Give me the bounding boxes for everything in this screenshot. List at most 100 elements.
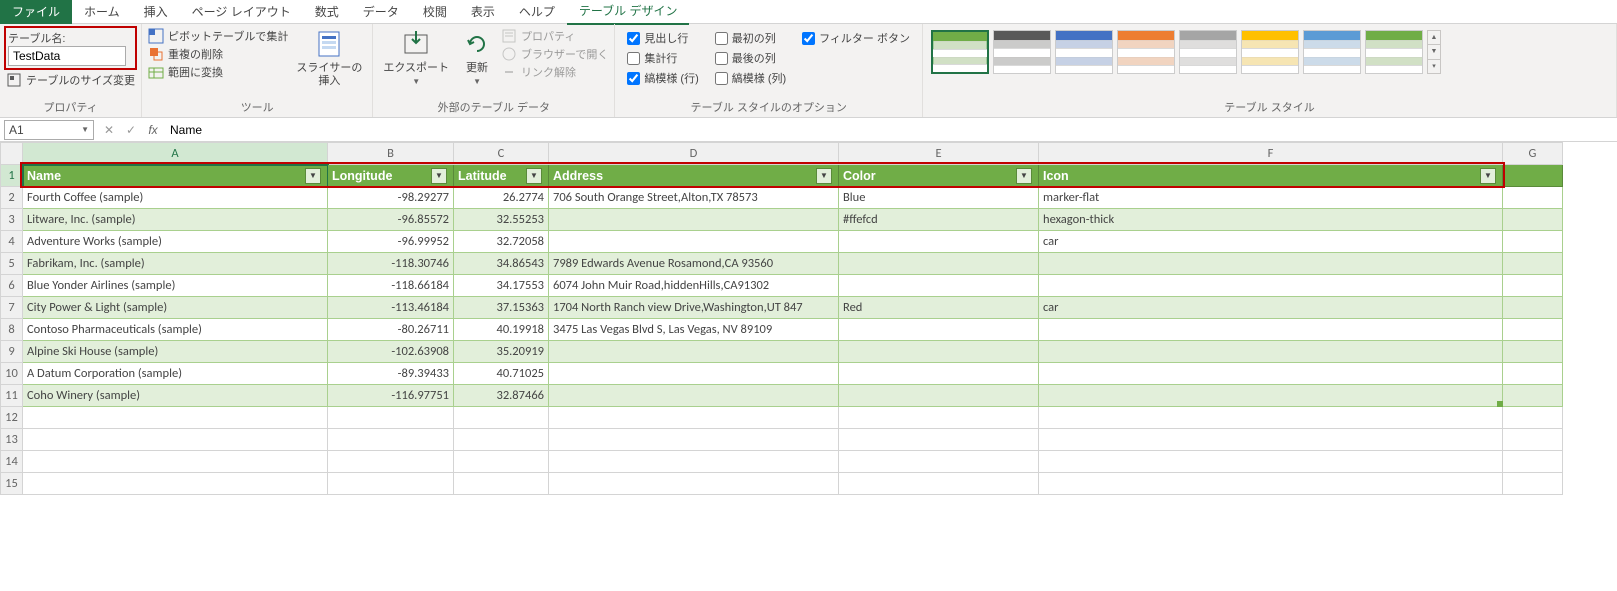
cell[interactable]: 40.19918 xyxy=(454,319,549,341)
table-style-swatch[interactable] xyxy=(993,30,1051,74)
table-column-header[interactable]: Name▼ xyxy=(23,165,328,187)
cell[interactable] xyxy=(549,209,839,231)
cell[interactable] xyxy=(1039,253,1503,275)
cell[interactable] xyxy=(1503,451,1563,473)
cell[interactable]: A Datum Corporation (sample) xyxy=(23,363,328,385)
enter-formula-button[interactable]: ✓ xyxy=(120,123,142,137)
cell[interactable]: -89.39433 xyxy=(328,363,454,385)
cell[interactable] xyxy=(839,451,1039,473)
cell[interactable] xyxy=(1039,451,1503,473)
cell[interactable] xyxy=(1503,341,1563,363)
cell[interactable]: Alpine Ski House (sample) xyxy=(23,341,328,363)
cell[interactable] xyxy=(1039,385,1503,407)
export-button[interactable]: エクスポート▼ xyxy=(379,26,453,90)
row-header[interactable]: 14 xyxy=(1,451,23,473)
cell[interactable]: -96.85572 xyxy=(328,209,454,231)
cell[interactable]: car xyxy=(1039,297,1503,319)
cell[interactable]: Litware, Inc. (sample) xyxy=(23,209,328,231)
cell[interactable]: 34.86543 xyxy=(454,253,549,275)
cell[interactable]: Blue Yonder Airlines (sample) xyxy=(23,275,328,297)
cell[interactable] xyxy=(454,429,549,451)
cell[interactable]: -116.97751 xyxy=(328,385,454,407)
row-header[interactable]: 9 xyxy=(1,341,23,363)
filter-dropdown-button[interactable]: ▼ xyxy=(1016,168,1032,184)
row-header[interactable]: 1 xyxy=(1,165,23,187)
tab-home[interactable]: ホーム xyxy=(72,0,132,24)
tab-insert[interactable]: 挿入 xyxy=(132,0,180,24)
table-style-swatch[interactable] xyxy=(1365,30,1423,74)
cell[interactable] xyxy=(549,385,839,407)
cell[interactable]: car xyxy=(1039,231,1503,253)
table-style-swatch[interactable] xyxy=(1303,30,1361,74)
cell[interactable]: 35.20919 xyxy=(454,341,549,363)
resize-table-button[interactable]: テーブルのサイズ変更 xyxy=(6,70,135,88)
column-header[interactable]: E xyxy=(839,143,1039,165)
cell[interactable] xyxy=(23,451,328,473)
row-header[interactable]: 12 xyxy=(1,407,23,429)
cell[interactable] xyxy=(1503,231,1563,253)
styles-more-button[interactable]: ▲▼▾ xyxy=(1427,30,1441,74)
fx-icon[interactable]: fx xyxy=(142,123,164,137)
row-header[interactable]: 5 xyxy=(1,253,23,275)
cell[interactable] xyxy=(1039,473,1503,495)
grid[interactable]: ABCDEFG 1Name▼Longitude▼Latitude▼Address… xyxy=(0,142,1617,495)
table-resize-handle[interactable] xyxy=(1497,401,1503,407)
cell[interactable]: Coho Winery (sample) xyxy=(23,385,328,407)
table-style-swatch[interactable] xyxy=(1179,30,1237,74)
cell[interactable]: -98.29277 xyxy=(328,187,454,209)
table-column-header[interactable]: Latitude▼ xyxy=(454,165,549,187)
refresh-button[interactable]: 更新▼ xyxy=(457,26,497,90)
check-banded-cols[interactable]: 縞模様 (列) xyxy=(715,70,786,86)
cell[interactable] xyxy=(1503,275,1563,297)
cell[interactable]: 37.15363 xyxy=(454,297,549,319)
row-header[interactable]: 7 xyxy=(1,297,23,319)
cell[interactable] xyxy=(1503,187,1563,209)
cell[interactable] xyxy=(1503,473,1563,495)
row-header[interactable]: 2 xyxy=(1,187,23,209)
row-header[interactable]: 6 xyxy=(1,275,23,297)
cell[interactable] xyxy=(1503,363,1563,385)
tab-view[interactable]: 表示 xyxy=(459,0,507,24)
cell[interactable]: Fabrikam, Inc. (sample) xyxy=(23,253,328,275)
table-column-header[interactable]: Color▼ xyxy=(839,165,1039,187)
column-header[interactable]: D xyxy=(549,143,839,165)
cancel-formula-button[interactable]: ✕ xyxy=(98,123,120,137)
cell[interactable] xyxy=(454,451,549,473)
check-banded-rows[interactable]: 縞模様 (行) xyxy=(627,70,698,86)
filter-dropdown-button[interactable]: ▼ xyxy=(1480,168,1496,184)
cell[interactable]: 7989 Edwards Avenue Rosamond,CA 93560 xyxy=(549,253,839,275)
tab-data[interactable]: データ xyxy=(351,0,411,24)
cell[interactable]: 706 South Orange Street,Alton,TX 78573 xyxy=(549,187,839,209)
cell[interactable] xyxy=(23,407,328,429)
cell[interactable] xyxy=(1039,319,1503,341)
row-header[interactable]: 15 xyxy=(1,473,23,495)
cell[interactable] xyxy=(549,473,839,495)
cell[interactable]: 3475 Las Vegas Blvd S, Las Vegas, NV 891… xyxy=(549,319,839,341)
tab-review[interactable]: 校閲 xyxy=(411,0,459,24)
cell[interactable] xyxy=(23,429,328,451)
cell[interactable]: 34.17553 xyxy=(454,275,549,297)
cell[interactable] xyxy=(839,407,1039,429)
cell[interactable]: 32.87466 xyxy=(454,385,549,407)
cell[interactable] xyxy=(839,275,1039,297)
cell[interactable] xyxy=(839,429,1039,451)
cell[interactable]: City Power & Light (sample) xyxy=(23,297,328,319)
row-header[interactable]: 11 xyxy=(1,385,23,407)
row-header[interactable]: 13 xyxy=(1,429,23,451)
filter-dropdown-button[interactable]: ▼ xyxy=(431,168,447,184)
filter-dropdown-button[interactable]: ▼ xyxy=(816,168,832,184)
cell[interactable]: Adventure Works (sample) xyxy=(23,231,328,253)
table-column-header[interactable]: Icon▼ xyxy=(1039,165,1503,187)
table-name-input[interactable] xyxy=(8,46,126,66)
row-header[interactable]: 8 xyxy=(1,319,23,341)
cell[interactable] xyxy=(549,451,839,473)
cell[interactable]: 40.71025 xyxy=(454,363,549,385)
cell[interactable] xyxy=(1039,275,1503,297)
cell[interactable] xyxy=(1039,407,1503,429)
table-style-swatch[interactable] xyxy=(1117,30,1175,74)
cell[interactable] xyxy=(1039,341,1503,363)
cell[interactable]: -96.99952 xyxy=(328,231,454,253)
row-header[interactable]: 3 xyxy=(1,209,23,231)
cell[interactable] xyxy=(328,451,454,473)
cell[interactable] xyxy=(454,407,549,429)
